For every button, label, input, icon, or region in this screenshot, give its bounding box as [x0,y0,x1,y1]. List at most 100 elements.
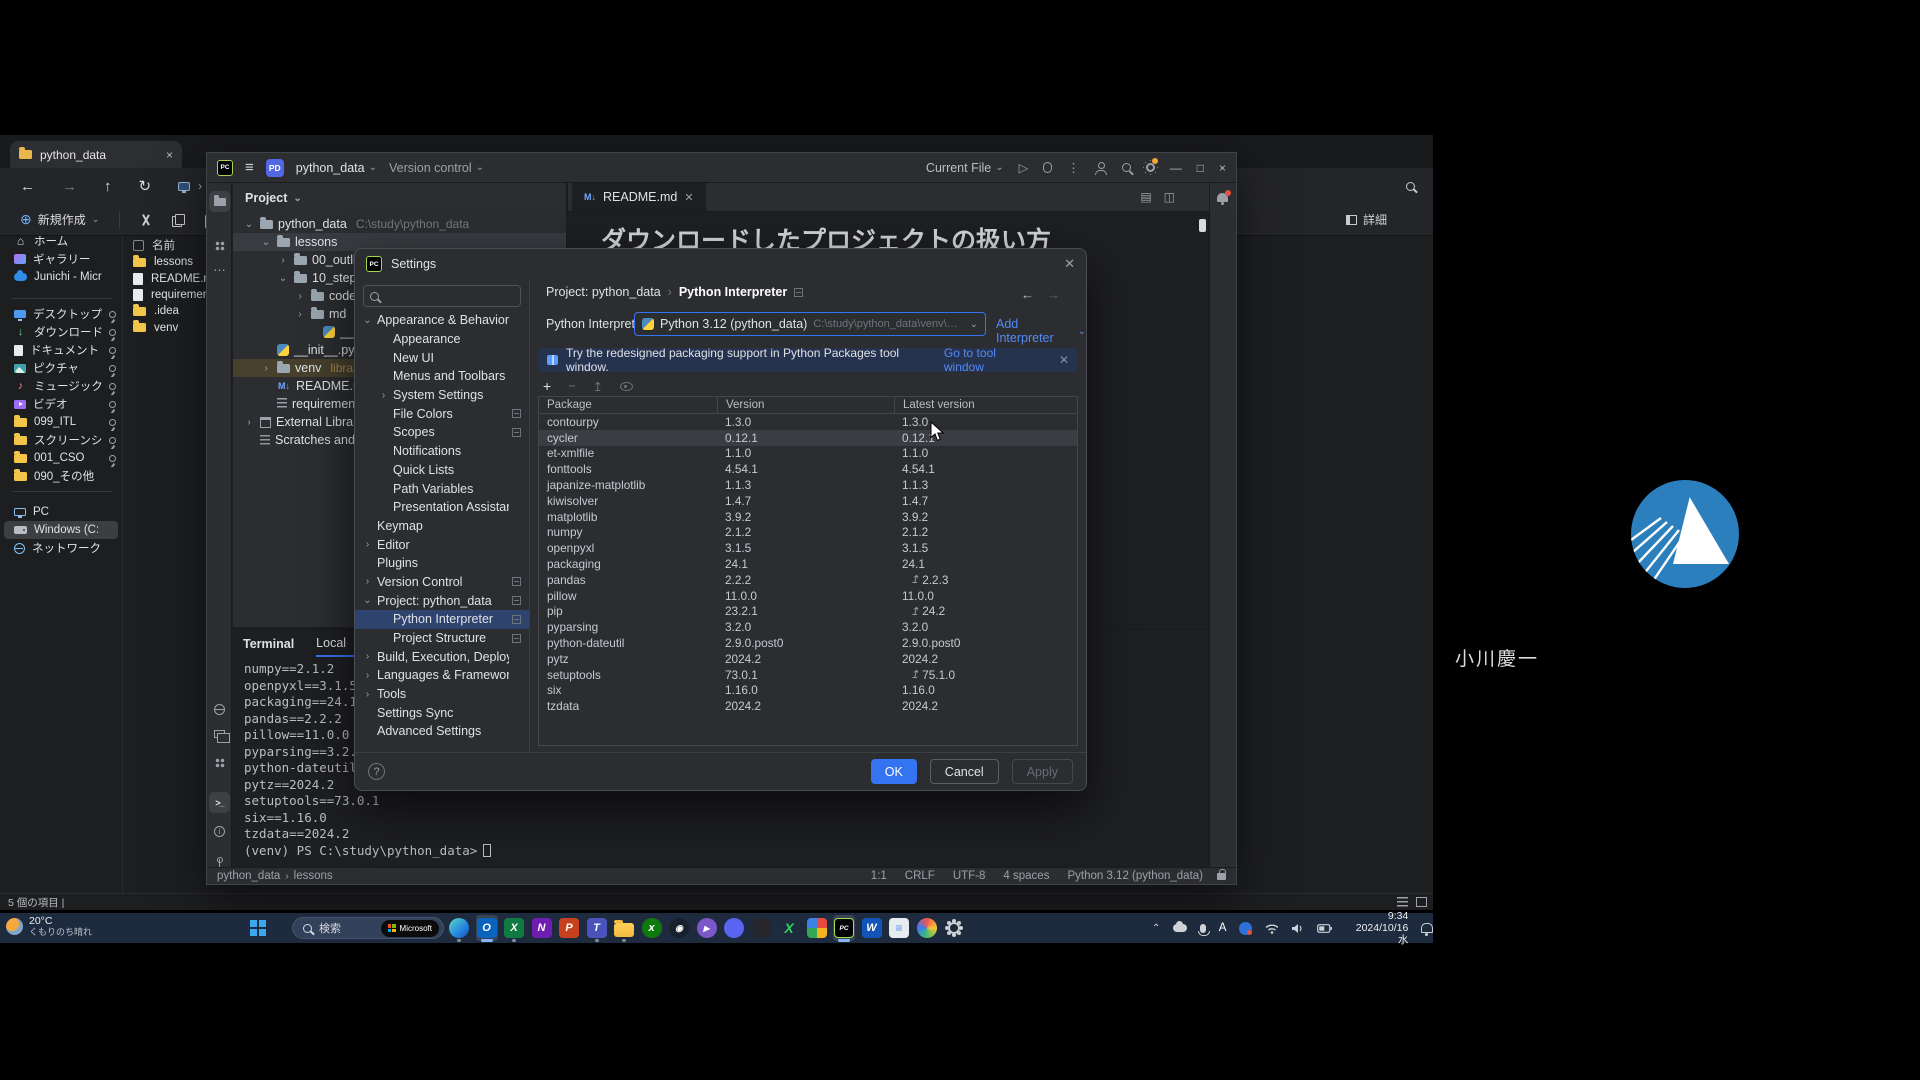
column-header[interactable]: Latest version [894,397,1077,413]
close-dialog-icon[interactable]: ✕ [1064,256,1075,272]
nav-chevron-icon[interactable]: › [361,689,374,700]
editor-list-icon[interactable]: ▤ [1140,190,1151,204]
copy-icon[interactable] [172,214,184,226]
interpreter-select[interactable]: Python 3.12 (python_data) C:\study\pytho… [634,312,986,336]
explorer-search-icon[interactable] [1406,178,1415,195]
package-row[interactable]: pytz 2024.2 ↥ 2024.2 [539,651,1077,667]
package-row[interactable]: kiwisolver 1.4.7 ↥ 1.4.7 [539,493,1077,509]
sidebar-item[interactable]: 099_ITL [0,413,122,431]
structure-tool-icon[interactable] [209,235,230,256]
taskbar-app-icon[interactable] [448,915,470,941]
add-interpreter-link[interactable]: Add Interpreter ⌄ [996,317,1086,345]
status-item[interactable]: UTF-8 [953,870,986,882]
install-package-icon[interactable]: + [543,378,551,394]
settings-nav-item[interactable]: › Editor [355,535,529,554]
tree-chevron-icon[interactable]: › [243,417,255,428]
taskbar-app-icon[interactable]: W [861,915,883,941]
sidebar-item[interactable]: ドキュメント [0,341,122,359]
project-tree-row[interactable]: ⌄ python_data C:\study\python_data [233,215,566,233]
status-item[interactable]: CRLF [905,870,935,882]
taskbar-app-icon[interactable] [613,915,635,941]
uninstall-package-icon[interactable]: − [568,379,575,393]
settings-nav-item[interactable]: › Version Control [355,573,529,592]
breadcrumb-parent[interactable]: Project: python_data [546,285,661,299]
sidebar-item[interactable]: Junichi - Microsoft [0,268,122,286]
debug-button[interactable] [1043,162,1052,173]
ok-button[interactable]: OK [871,759,917,784]
settings-nav-item[interactable]: Appearance [355,330,529,349]
search-everywhere-icon[interactable] [1122,163,1131,172]
clock[interactable]: 9:34 2024/10/16 水 [1345,910,1409,946]
cancel-button[interactable]: Cancel [930,759,999,784]
nav-chevron-icon[interactable]: › [377,390,390,401]
history-back-icon[interactable]: ← [1021,287,1034,302]
package-row[interactable]: matplotlib 3.9.2 ↥ 3.9.2 [539,509,1077,525]
settings-nav-item[interactable]: Project Structure [355,629,529,648]
nav-chevron-icon[interactable]: ⌄ [361,595,374,606]
problems-tool-icon[interactable]: i [209,821,230,842]
taskbar-app-icon[interactable]: ≡ [888,915,910,941]
settings-nav-item[interactable]: ⌄ Project: python_data [355,591,529,610]
package-row[interactable]: openpyxl 3.1.5 ↥ 3.1.5 [539,540,1077,556]
settings-nav-item[interactable]: Scopes [355,423,529,442]
nav-chevron-icon[interactable]: › [361,576,374,587]
nav-chevron-icon[interactable]: ⌄ [361,315,374,326]
details-pane-button[interactable]: 詳細 [1346,211,1387,228]
taskbar-app-icon[interactable] [723,915,745,941]
terminal-prompt[interactable]: (venv) PS C:\study\python_data> [244,843,491,860]
settings-nav-item[interactable]: Menus and Toolbars [355,367,529,386]
package-row[interactable]: pyparsing 3.2.0 ↥ 3.2.0 [539,619,1077,635]
web-tool-icon[interactable] [209,699,230,720]
tree-chevron-icon[interactable]: ⌄ [277,273,289,284]
run-button[interactable]: ▷ [1019,160,1029,175]
weather-widget[interactable]: 20°C くもりのち晴れ [6,915,92,937]
packages-tool-icon[interactable] [209,752,230,773]
vcs-widget[interactable]: Version control⌄ [389,161,484,175]
tree-chevron-icon[interactable]: › [260,363,272,374]
tree-chevron-icon[interactable]: ⌄ [243,219,255,230]
status-item[interactable]: Python 3.12 (python_data) [1067,870,1203,882]
sidebar-item[interactable]: ピクチャ [0,359,122,377]
sidebar-item[interactable]: Windows (C:) [4,521,118,539]
nav-chevron-icon[interactable]: › [361,539,374,550]
package-row[interactable]: numpy 2.1.2 ↥ 2.1.2 [539,525,1077,541]
more-actions-icon[interactable]: ⋮ [1067,160,1080,175]
tree-chevron-icon[interactable]: › [294,291,306,302]
nav-chevron-icon[interactable]: › [361,670,374,681]
close-button[interactable]: × [1219,161,1226,175]
explorer-tab[interactable]: python_data × [10,141,182,168]
taskbar-app-icon[interactable]: PC [833,915,855,941]
project-panel-header[interactable]: Project ⌄ [233,183,566,213]
refresh-button[interactable]: ↻ [139,177,152,195]
settings-nav-item[interactable]: ⌄ Appearance & Behavior [355,311,529,330]
taskbar-app-icon[interactable]: O [476,915,498,941]
services-tool-icon[interactable] [209,723,230,744]
project-widget[interactable]: python_data⌄ [296,161,377,175]
taskbar-app-icon[interactable] [943,915,965,941]
icons-view-icon[interactable] [1416,897,1427,907]
battery-icon[interactable] [1317,924,1332,933]
package-row[interactable]: python-dateutil 2.9.0.post0 ↥ 2.9.0.post… [539,635,1077,651]
package-row[interactable]: japanize-matplotlib 1.1.3 ↥ 1.1.3 [539,477,1077,493]
history-forward-icon[interactable]: → [1047,287,1060,302]
settings-nav-item[interactable]: › Languages & Frameworks [355,666,529,685]
notification-center-icon[interactable] [1421,923,1433,933]
sidebar-item[interactable]: ホーム [0,232,122,250]
help-button[interactable]: ? [368,763,385,780]
sidebar-item[interactable]: ダウンロード [0,323,122,341]
lock-icon[interactable] [1217,873,1226,880]
settings-nav-item[interactable]: Keymap [355,517,529,536]
settings-nav-item[interactable]: Notifications [355,442,529,461]
taskbar-app-icon[interactable]: x [641,915,663,941]
settings-nav-item[interactable]: › System Settings [355,386,529,405]
upgrade-package-icon[interactable]: ↥ [593,379,603,394]
package-row[interactable]: contourpy 1.3.0 ↥ 1.3.0 [539,414,1077,430]
address-bar[interactable]: › [178,179,202,193]
back-button[interactable]: ← [20,178,35,195]
up-button[interactable]: ↑ [104,178,112,195]
package-row[interactable]: fonttools 4.54.1 ↥ 4.54.1 [539,461,1077,477]
split-editor-icon[interactable]: ◫ [1164,190,1175,204]
column-header[interactable]: Package [539,397,717,413]
tree-chevron-icon[interactable]: › [294,309,306,320]
sidebar-item[interactable]: ビデオ [0,395,122,413]
